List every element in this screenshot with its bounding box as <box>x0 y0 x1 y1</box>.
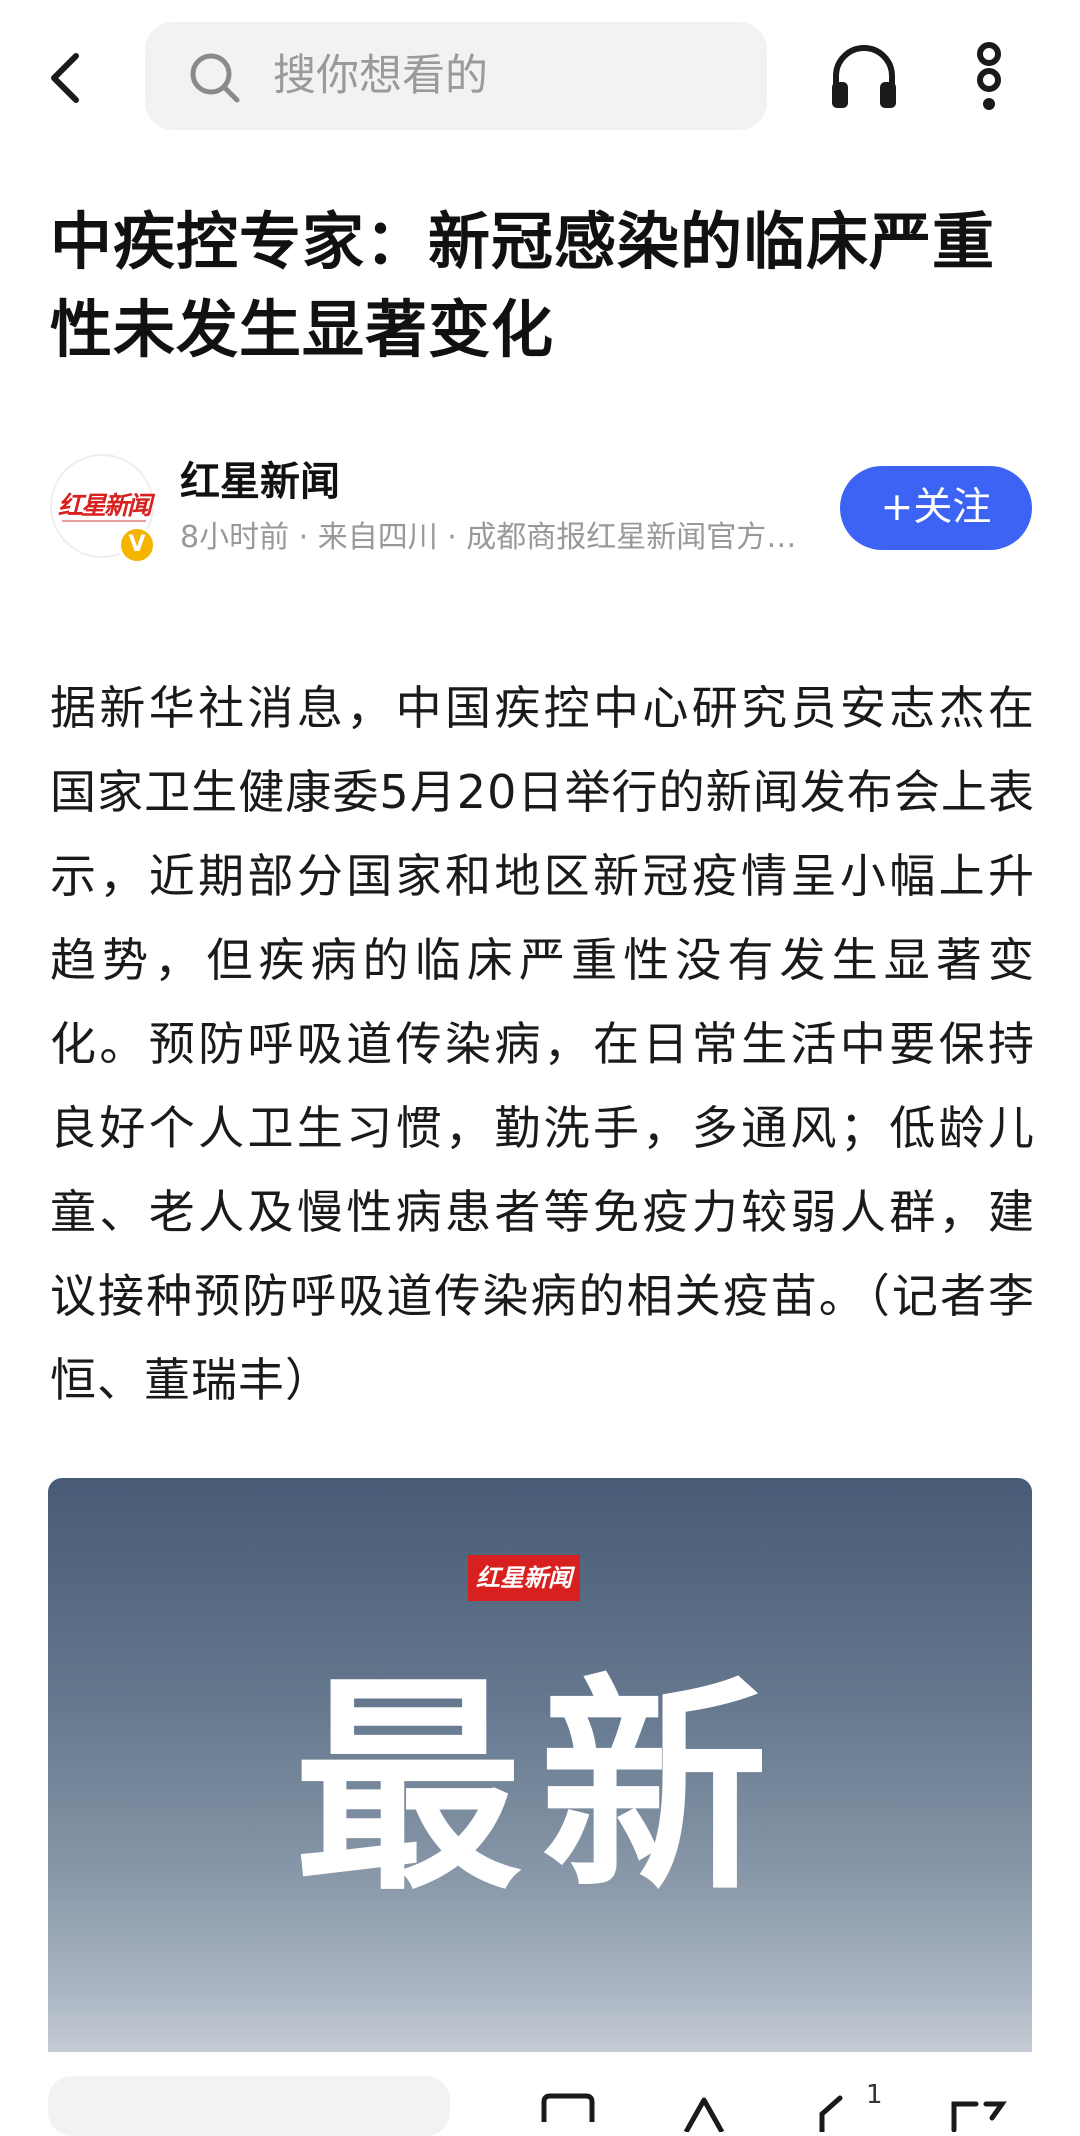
article-image[interactable]: 红星新闻 最新 <box>48 1478 1032 2058</box>
more-button[interactable] <box>964 40 1014 116</box>
image-brand-logo: 红星新闻 <box>468 1555 580 1601</box>
article-body: 据新华社消息，中国疾控中心研究员安志杰在国家卫生健康委5月20日举行的新闻发布会… <box>50 681 1035 1407</box>
thumb-up-icon[interactable] <box>672 2092 736 2132</box>
avatar-logo-divider <box>62 520 146 526</box>
more-vertical-icon <box>977 42 1001 110</box>
headphones-icon <box>832 45 896 108</box>
bottom-action-bar: 1 <box>0 2052 1080 2136</box>
verified-badge-icon: V <box>118 526 156 564</box>
search-placeholder: 搜你想看的 <box>273 51 488 101</box>
article-title: 中疾控专家：新冠感染的临床严重性未发生显著变化 <box>50 205 996 366</box>
back-button[interactable] <box>40 40 96 110</box>
like-count: 1 <box>866 2080 883 2110</box>
back-arrow-icon <box>51 53 79 103</box>
collect-icon[interactable] <box>946 2092 1010 2132</box>
comment-icon[interactable] <box>536 2092 600 2132</box>
avatar-logo-text: 红星新闻 <box>57 491 152 520</box>
author-name[interactable]: 红星新闻 <box>180 454 340 510</box>
article-meta: 8小时前 · 来自四川 · 成都商报红星新闻官方账号 <box>180 520 820 555</box>
comment-input[interactable] <box>48 2076 450 2136</box>
listen-button[interactable] <box>826 38 902 114</box>
search-input[interactable]: 搜你想看的 <box>145 22 767 130</box>
search-icon <box>190 53 240 103</box>
image-headline: 最新 <box>294 1655 786 1921</box>
follow-button[interactable]: +关注 <box>840 466 1032 550</box>
top-bar: 搜你想看的 <box>0 0 1080 150</box>
share-icon[interactable] <box>810 2092 874 2132</box>
